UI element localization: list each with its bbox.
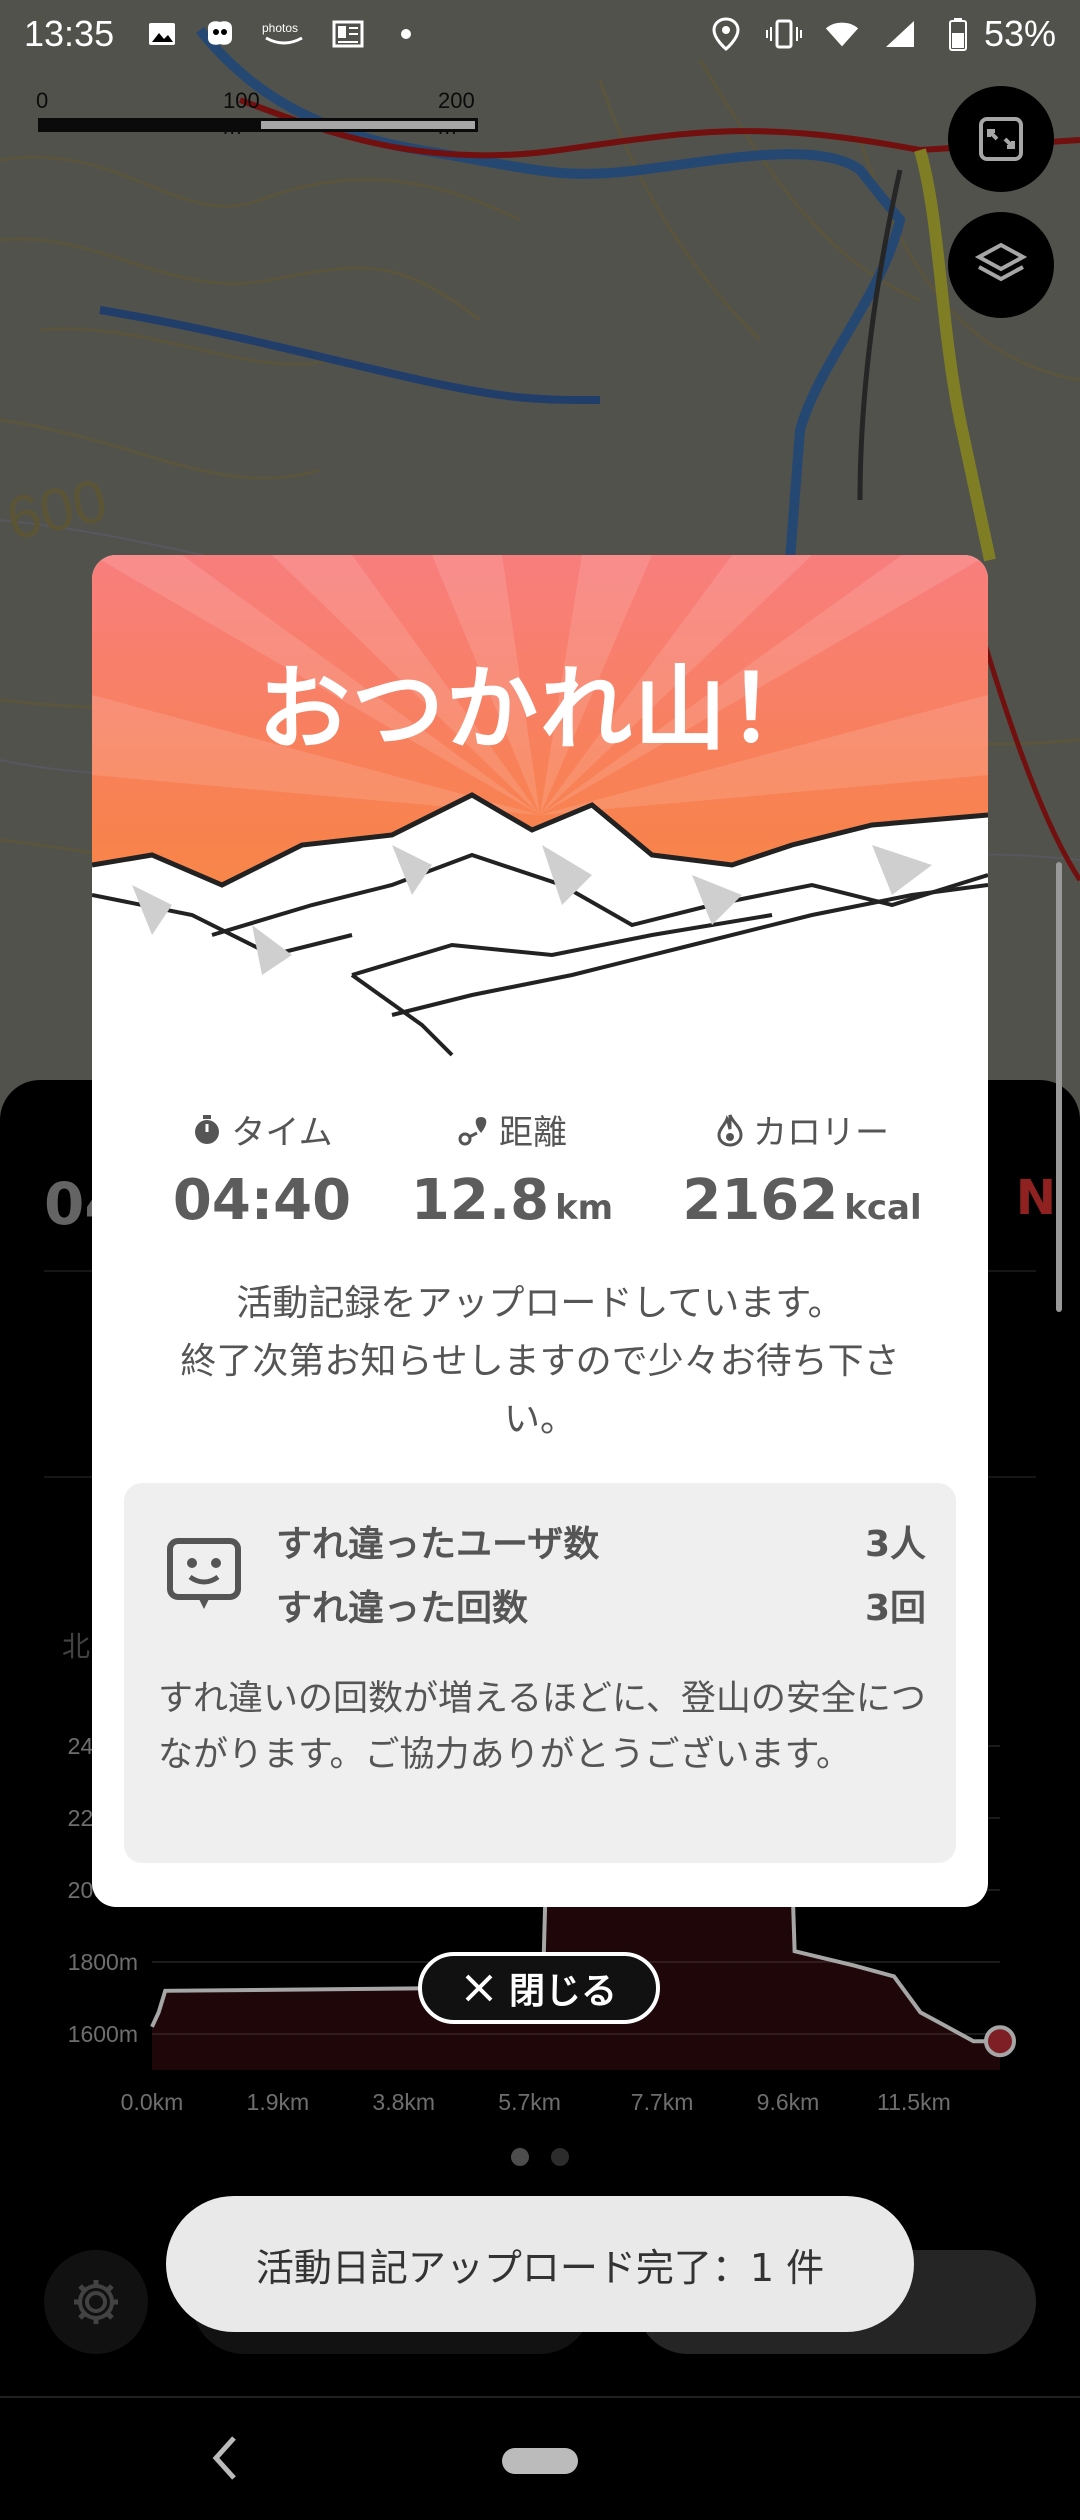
close-button-label: 閉じる bbox=[508, 1971, 617, 2012]
battery-percent: 53% bbox=[983, 13, 1056, 54]
mountain-illustration bbox=[92, 555, 988, 1067]
stat-time-label: タイム bbox=[231, 1113, 333, 1153]
amazon-photos-icon: photos bbox=[260, 16, 308, 52]
encounter-users-label: すれ違ったユーザ数 bbox=[276, 1524, 600, 1565]
back-chevron-icon bbox=[212, 2436, 236, 2480]
svg-text:photos: photos bbox=[262, 21, 298, 35]
stats-row: タイム 04:40 距離 12.8 km カロリー 2162 kcal bbox=[92, 1105, 988, 1255]
back-button[interactable] bbox=[204, 2432, 244, 2488]
stat-time: タイム 04:40 bbox=[152, 1105, 372, 1233]
home-button[interactable] bbox=[502, 2448, 578, 2474]
status-time: 13:35 bbox=[24, 13, 115, 54]
encounter-description: すれ違いの回数が増えるほどに、登山の安全につながります。ご協力ありがとうございま… bbox=[158, 1679, 926, 1775]
encounter-box: すれ違ったユーザ数 3人 すれ違った回数 3回 すれ違いの回数が増えるほどに、登… bbox=[124, 1483, 956, 1863]
encounter-users-row: すれ違ったユーザ数 3人 bbox=[276, 1515, 926, 1567]
battery-icon bbox=[940, 16, 976, 52]
stat-distance-label: 距離 bbox=[499, 1113, 567, 1153]
dialog-title: おつかれ山！ bbox=[257, 656, 822, 763]
encounter-count-label: すれ違った回数 bbox=[276, 1588, 529, 1629]
game-icon bbox=[202, 16, 238, 52]
upload-complete-toast: 活動日記アップロード完了：1 件 bbox=[166, 2196, 914, 2332]
flame-icon bbox=[717, 1113, 743, 1147]
scroll-indicator bbox=[1056, 862, 1062, 1312]
status-bar: 13:35 photos 53% bbox=[0, 0, 1080, 68]
news-icon bbox=[330, 16, 366, 52]
signal-icon bbox=[882, 16, 918, 52]
route-icon bbox=[458, 1116, 487, 1145]
stopwatch-icon bbox=[195, 1114, 220, 1144]
encounter-icon bbox=[164, 1535, 244, 1619]
close-button[interactable]: 閉じる bbox=[418, 1952, 660, 2024]
stat-time-value: 04:40 bbox=[172, 1168, 352, 1233]
gallery-icon bbox=[144, 16, 180, 52]
close-icon bbox=[465, 1974, 493, 2002]
stat-distance: 距離 12.8 km bbox=[392, 1105, 632, 1233]
stat-calories-value: 2162 bbox=[682, 1168, 839, 1233]
encounter-count-value: 3回 bbox=[864, 1588, 926, 1629]
encounter-users-value: 3人 bbox=[864, 1524, 926, 1565]
stat-calories: カロリー 2162 kcal bbox=[652, 1105, 952, 1233]
summary-dialog: おつかれ山！ タイム 04:40 距離 12.8 km カロリー 2162 kcal… bbox=[92, 555, 988, 1907]
stat-calories-unit: kcal bbox=[844, 1188, 922, 1228]
navigation-bar bbox=[0, 2396, 1080, 2520]
encounter-count-row: すれ違った回数 3回 bbox=[276, 1579, 926, 1631]
vibrate-icon bbox=[765, 16, 802, 52]
wifi-icon bbox=[824, 16, 860, 52]
location-icon bbox=[708, 16, 744, 52]
stat-distance-unit: km bbox=[555, 1188, 614, 1228]
stat-distance-value: 12.8 bbox=[410, 1168, 550, 1233]
stat-calories-label: カロリー bbox=[753, 1113, 889, 1153]
notification-dot-icon bbox=[388, 16, 424, 52]
hero-banner: おつかれ山！ bbox=[92, 555, 988, 1067]
upload-message: 活動記録をアップロードしています。 終了次第お知らせしますので少々お待ち下さい。 bbox=[180, 1283, 900, 1440]
